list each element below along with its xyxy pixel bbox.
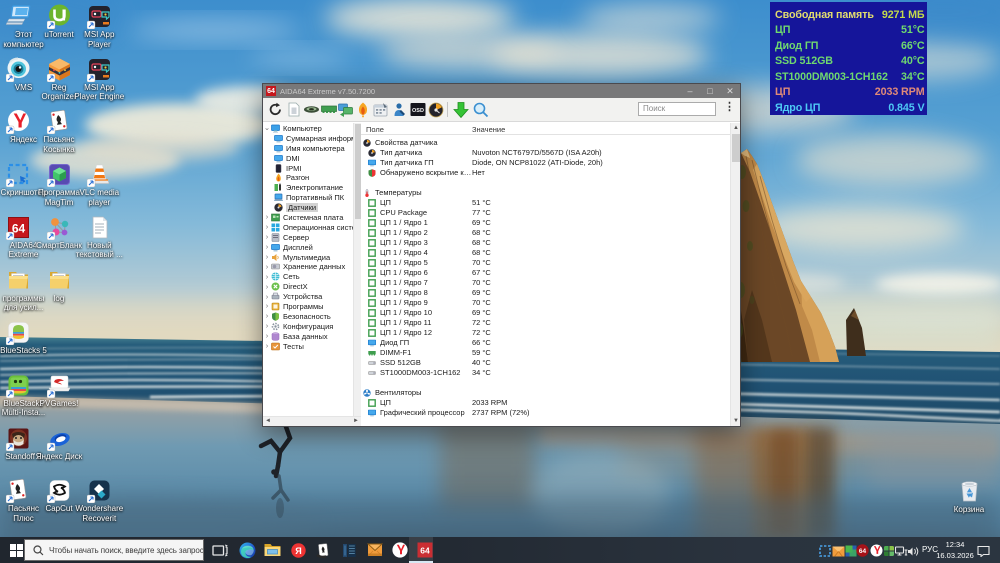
svg-text:Я: Я xyxy=(295,546,301,556)
svg-text:64: 64 xyxy=(859,548,867,555)
svg-text:OSD: OSD xyxy=(412,108,424,114)
